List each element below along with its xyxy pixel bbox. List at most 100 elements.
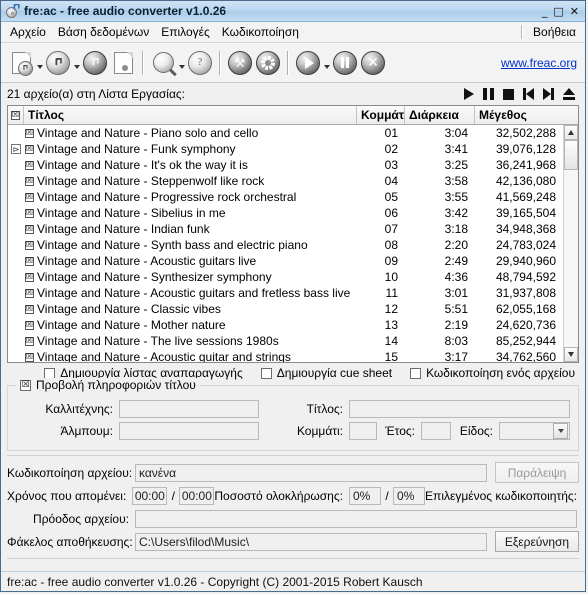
- joblist-scrollbar[interactable]: [563, 125, 578, 362]
- maximize-button[interactable]: □: [553, 6, 563, 17]
- table-row[interactable]: ☒ Vintage and Nature - Synth bass and ele…: [8, 237, 578, 253]
- play-icon[interactable]: [464, 88, 474, 100]
- column-header-track[interactable]: Κομμάτι: [357, 106, 405, 124]
- scroll-down-button[interactable]: [564, 347, 578, 362]
- cell-track: 05: [384, 190, 398, 204]
- eject-icon[interactable]: [563, 88, 575, 100]
- row-checkbox[interactable]: ☒: [25, 352, 34, 362]
- media-controls: [464, 88, 577, 100]
- lookup-cddb-icon[interactable]: [149, 49, 177, 77]
- stop-icon[interactable]: [503, 88, 514, 100]
- add-cd-track-icon[interactable]: [44, 49, 72, 77]
- row-checkbox[interactable]: ☒: [25, 192, 34, 202]
- title-bar: fre:ac - free audio converter v1.0.26 _ …: [1, 1, 585, 22]
- artist-field[interactable]: [119, 400, 259, 418]
- start-encoding-icon[interactable]: [294, 49, 322, 77]
- menu-item-help[interactable]: Βοήθεια: [527, 23, 582, 41]
- add-audio-file-dropdown-icon[interactable]: [35, 49, 44, 77]
- table-row[interactable]: ☒ Vintage and Nature - Synthesizer sympho…: [8, 269, 578, 285]
- pause-icon[interactable]: [483, 88, 494, 100]
- browse-button[interactable]: Εξερεύνηση: [495, 531, 579, 552]
- table-row[interactable]: ☒ Vintage and Nature - Progressive rock o…: [8, 189, 578, 205]
- row-checkbox[interactable]: ☒: [25, 208, 34, 218]
- scrollbar-thumb[interactable]: [564, 140, 578, 170]
- row-checkbox[interactable]: ☒: [25, 272, 34, 282]
- row-checkbox[interactable]: ☒: [25, 240, 34, 250]
- select-all-checkbox[interactable]: ☒: [11, 110, 20, 120]
- general-settings-icon[interactable]: [254, 49, 282, 77]
- cell-title-text: Vintage and Nature - Indian funk: [37, 222, 210, 236]
- menu-item-options[interactable]: Επιλογές: [155, 23, 216, 41]
- year-field[interactable]: [421, 422, 451, 440]
- close-button[interactable]: ✕: [570, 6, 579, 17]
- row-checkbox[interactable]: ☒: [25, 304, 34, 314]
- menu-item-database[interactable]: Βάση δεδομένων: [52, 23, 155, 41]
- table-row[interactable]: ☒ Vintage and Nature - Sibelius in me 06 3:…: [8, 205, 578, 221]
- encode-single-file-checkbox[interactable]: Κωδικοποίηση ενός αρχείου: [410, 366, 575, 380]
- menu-item-file[interactable]: Αρχείο: [4, 23, 52, 41]
- track-title-field[interactable]: [349, 400, 570, 418]
- previous-icon[interactable]: [523, 88, 534, 100]
- column-header-title[interactable]: Τίτλος: [24, 106, 357, 124]
- row-checkbox[interactable]: ☒: [25, 144, 34, 154]
- encoder-progress-row: Πρόοδος αρχείου:: [7, 507, 579, 530]
- menu-item-encode[interactable]: Κωδικοποίηση: [216, 23, 305, 41]
- create-cue-sheet-checkbox-box[interactable]: [260, 367, 272, 379]
- query-cddb-icon[interactable]: ?: [186, 49, 214, 77]
- cell-title-text: Vintage and Nature - Acoustic guitars an…: [37, 286, 351, 300]
- table-row[interactable]: ☒ Vintage and Nature - Piano solo and cel…: [8, 125, 578, 141]
- clear-joblist-icon[interactable]: [109, 49, 137, 77]
- add-audio-file-icon[interactable]: [7, 49, 35, 77]
- cell-length: 3:17: [444, 350, 468, 362]
- table-row[interactable]: ☒ Vintage and Nature - The live sessions …: [8, 333, 578, 349]
- table-row[interactable]: ☒ Vintage and Nature - Classic vibes 12 5:5…: [8, 301, 578, 317]
- row-checkbox[interactable]: ☒: [25, 128, 34, 138]
- column-header-length[interactable]: Διάρκεια: [405, 106, 475, 124]
- table-row[interactable]: ☒ Vintage and Nature - Mother nature 13 2:1…: [8, 317, 578, 333]
- cell-track: 06: [384, 206, 398, 220]
- row-checkbox[interactable]: ☒: [25, 336, 34, 346]
- cell-title-text: Vintage and Nature - The live sessions 1…: [37, 334, 279, 348]
- next-icon[interactable]: [543, 88, 554, 100]
- create-cue-sheet-checkbox[interactable]: Δημιουργία cue sheet: [260, 366, 392, 380]
- album-field[interactable]: [119, 422, 259, 440]
- table-row[interactable]: ⊳ ☒ Vintage and Nature - Funk symphony 02 3:…: [8, 141, 578, 157]
- stop-encoding-icon[interactable]: ✕: [359, 49, 387, 77]
- row-checkbox[interactable]: ☒: [25, 256, 34, 266]
- minimize-button[interactable]: _: [542, 6, 548, 17]
- skip-button[interactable]: Παράλειψη: [495, 462, 579, 483]
- encode-single-file-checkbox-box[interactable]: [410, 367, 422, 379]
- table-row[interactable]: ☒ Vintage and Nature - It's ok the way it…: [8, 157, 578, 173]
- joblist-bar: 21 αρχείο(α) στη Λίστα Εργασίας:: [1, 83, 585, 105]
- row-checkbox[interactable]: ☒: [25, 320, 34, 330]
- scrollbar-track[interactable]: [564, 140, 578, 347]
- table-row[interactable]: ☒ Vintage and Nature - Indian funk 07 3:18 3…: [8, 221, 578, 237]
- table-row[interactable]: ☒ Vintage and Nature - Acoustic guitar an…: [8, 349, 578, 362]
- lookup-cddb-dropdown-icon[interactable]: [177, 49, 186, 77]
- freac-website-link[interactable]: www.freac.org: [501, 56, 577, 70]
- title-info-checkbox-box[interactable]: ☒: [20, 379, 31, 391]
- track-number-field[interactable]: [349, 422, 377, 440]
- genre-combobox[interactable]: [499, 422, 570, 440]
- row-checkbox[interactable]: ☒: [25, 160, 34, 170]
- pause-encoding-icon[interactable]: [331, 49, 359, 77]
- table-row[interactable]: ☒ Vintage and Nature - Acoustic guitars l…: [8, 253, 578, 269]
- column-header-size[interactable]: Μέγεθος: [475, 106, 578, 124]
- table-row[interactable]: ☒ Vintage and Nature - Acoustic guitars a…: [8, 285, 578, 301]
- percent-total: 0%: [393, 486, 426, 505]
- remove-track-icon[interactable]: [81, 49, 109, 77]
- row-checkbox[interactable]: ☒: [25, 288, 34, 298]
- configure-encoder-icon[interactable]: ⚒: [226, 49, 254, 77]
- start-encoding-dropdown-icon[interactable]: [322, 49, 331, 77]
- add-cd-track-dropdown-icon[interactable]: [72, 49, 81, 77]
- chevron-down-icon[interactable]: [553, 423, 568, 439]
- output-folder-field[interactable]: C:\Users\filod\Music\: [135, 532, 487, 551]
- table-row[interactable]: ☒ Vintage and Nature - Steppenwolf like r…: [8, 173, 578, 189]
- create-playlist-checkbox-box[interactable]: [44, 367, 56, 379]
- scroll-up-button[interactable]: [564, 125, 578, 140]
- row-checkbox[interactable]: ☒: [25, 176, 34, 186]
- row-checkbox[interactable]: ☒: [25, 224, 34, 234]
- title-info-legend[interactable]: ☒ Προβολή πληροφοριών τίτλου: [16, 378, 200, 392]
- window-controls: _ □ ✕: [542, 6, 583, 17]
- column-header-select-all[interactable]: ☒: [8, 106, 24, 124]
